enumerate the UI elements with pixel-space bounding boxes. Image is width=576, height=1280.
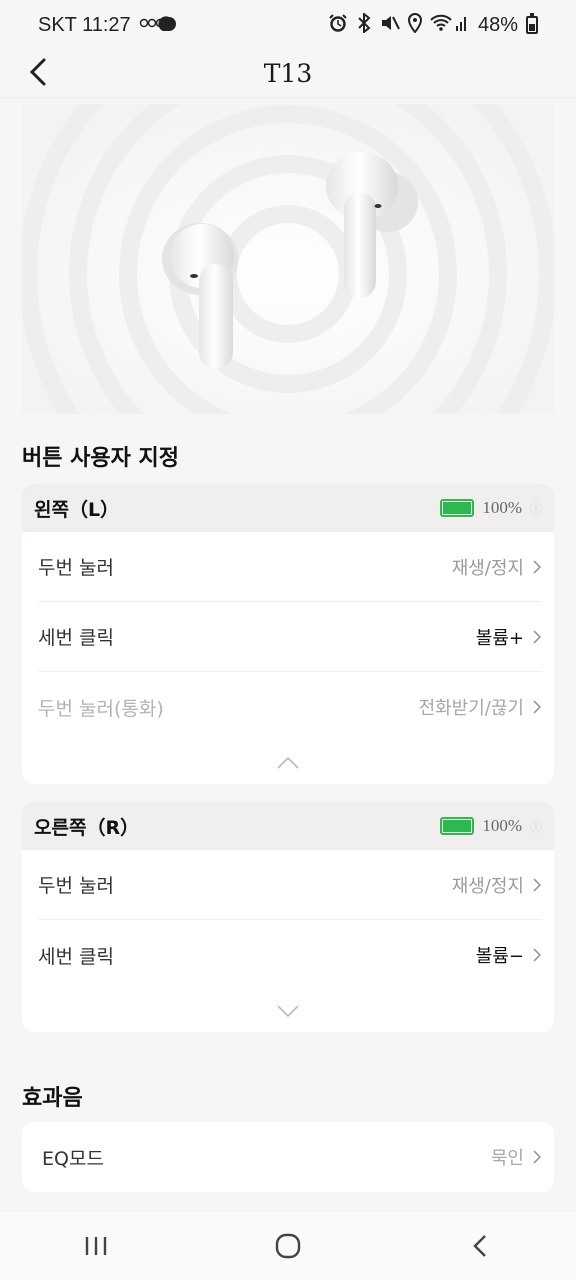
home-button[interactable] (248, 1221, 328, 1271)
chevron-right-icon (533, 700, 542, 714)
back-button[interactable] (22, 54, 54, 90)
row-label: 세번 클릭 (38, 627, 114, 649)
left-battery: 100% ⓘ (440, 498, 542, 518)
chevron-right-icon (533, 1150, 542, 1164)
info-icon[interactable]: ⓘ (530, 818, 542, 835)
home-icon (275, 1233, 301, 1259)
nav-back-button[interactable] (440, 1221, 520, 1271)
row-value: 재생/정지 (451, 875, 524, 897)
chevron-right-icon (533, 629, 542, 644)
right-battery-bar (440, 817, 475, 835)
recent-apps-icon (85, 1237, 107, 1255)
eq-card: EQ모드 묵인 (22, 1122, 554, 1192)
bluetooth-icon (356, 11, 372, 38)
info-icon[interactable]: ⓘ (530, 500, 542, 517)
right-battery-fill (443, 820, 472, 832)
chevron-down-icon (277, 1005, 299, 1017)
row-label: EQ모드 (42, 1147, 104, 1170)
expand-toggle[interactable] (22, 990, 554, 1032)
right-card-header: 오른쪽（R） 100% ⓘ (22, 802, 554, 850)
row-value: 전화받기/끊기 (418, 698, 524, 719)
eq-mode-row[interactable]: EQ모드 묵인 (42, 1122, 542, 1192)
left-battery-bar (440, 499, 475, 517)
chevron-up-icon (277, 757, 299, 769)
right-battery: 100% ⓘ (440, 816, 542, 836)
system-nav-bar (0, 1212, 576, 1280)
right-label: 오른쪽（R） (34, 816, 140, 839)
page-title: T13 (263, 59, 313, 88)
left-battery-percent: 100% (482, 498, 522, 517)
chevron-right-icon (533, 877, 542, 892)
battery-icon (526, 13, 538, 34)
carrier-time: SKT 11:27 (38, 13, 131, 36)
left-battery-fill (443, 502, 472, 514)
alarm-icon (328, 13, 348, 38)
left-card-header: 왼쪽（L） 100% ⓘ (22, 484, 554, 532)
right-battery-percent: 100% (482, 816, 522, 835)
recent-apps-button[interactable] (56, 1221, 136, 1271)
row-label: 세번 클릭 (38, 945, 114, 968)
left-row-double-tap-call[interactable]: 두번 눌러(통화) 전화받기/끊기 (38, 672, 542, 742)
battery-percent: 48% (477, 13, 518, 36)
button-section-title: 버튼 사용자 지정 (22, 446, 179, 471)
row-label: 두번 눌러 (38, 557, 114, 579)
row-value: 볼륨− (475, 946, 524, 967)
effects-section-title: 효과음 (22, 1086, 83, 1111)
right-row-double-tap[interactable]: 두번 눌러 재생/정지 (38, 850, 542, 920)
left-earbud-card: 왼쪽（L） 100% ⓘ 두번 눌러 재생/정지 세번 클릭 볼륨+ 두번 눌러… (22, 484, 554, 784)
row-label: 두번 눌러(통화) (38, 697, 164, 720)
left-row-double-tap[interactable]: 두번 눌러 재생/정지 (38, 532, 542, 602)
chevron-left-icon (29, 58, 46, 86)
row-value: 재생/정지 (451, 557, 524, 579)
earbuds-image (22, 104, 554, 414)
row-value: 묵인 (490, 1148, 524, 1169)
left-row-triple-click[interactable]: 세번 클릭 볼륨+ (38, 602, 542, 672)
back-icon (473, 1235, 486, 1257)
notification-icons (139, 15, 183, 36)
app-header: T13 (0, 50, 576, 98)
location-icon (407, 12, 422, 38)
chevron-right-icon (533, 559, 542, 574)
left-label: 왼쪽（L） (34, 498, 120, 521)
right-earbud-card: 오른쪽（R） 100% ⓘ 두번 눌러 재생/정지 세번 클릭 볼륨− (22, 802, 554, 1032)
right-row-triple-click[interactable]: 세번 클릭 볼륨− (38, 920, 542, 990)
row-value: 볼륨+ (475, 627, 524, 649)
mute-icon (380, 13, 400, 38)
chevron-right-icon (533, 948, 542, 962)
collapse-toggle[interactable] (22, 742, 554, 784)
status-bar: SKT 11:27 48% (0, 0, 576, 50)
wifi-signal-icon (430, 13, 470, 38)
row-label: 두번 눌러 (38, 875, 114, 897)
